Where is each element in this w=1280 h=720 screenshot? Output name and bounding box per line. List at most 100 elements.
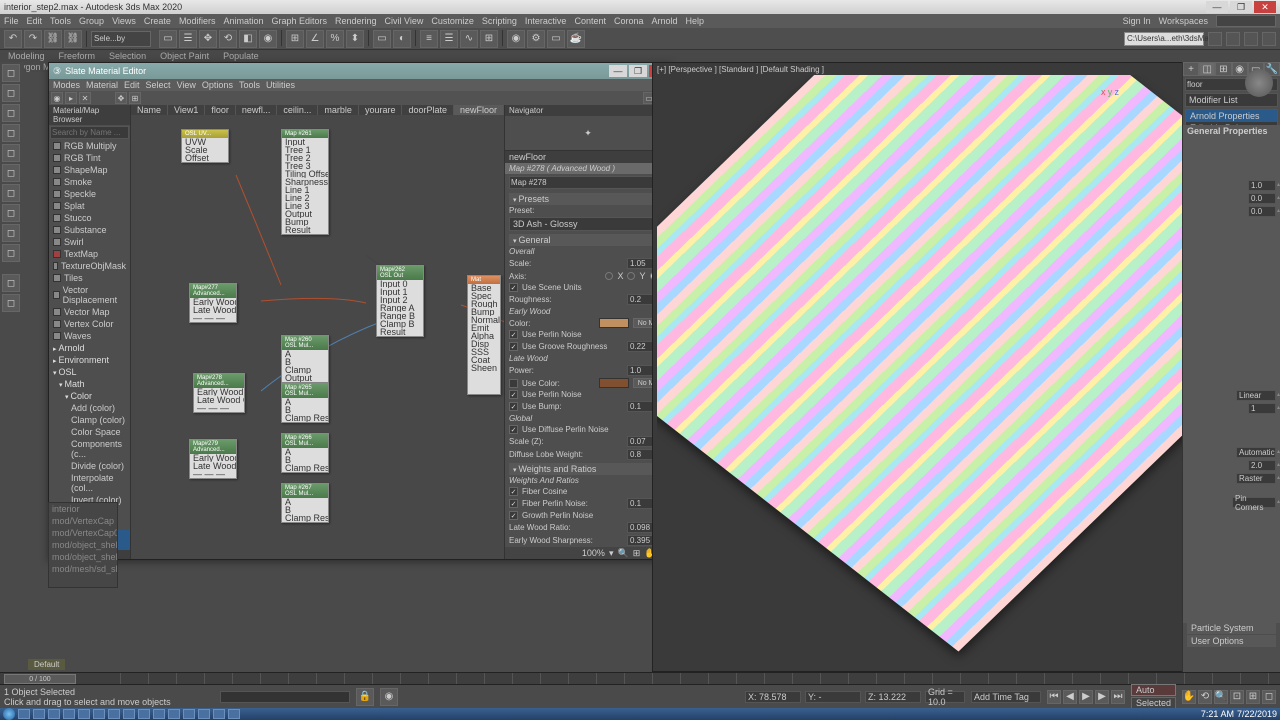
lt-7[interactable]: ◻ (2, 184, 20, 202)
select-name-button[interactable]: ☰ (179, 30, 197, 48)
tb-app9[interactable] (213, 709, 225, 719)
schematic-button[interactable]: ⊞ (480, 30, 498, 48)
nav-fov[interactable]: ⊡ (1230, 690, 1244, 704)
clock-date[interactable]: 7/22/2019 (1237, 709, 1277, 719)
cb-perlin2[interactable] (509, 390, 518, 399)
menu-edit[interactable]: Edit (27, 16, 43, 26)
tb-outlook[interactable] (63, 709, 75, 719)
tb-app3[interactable] (93, 709, 105, 719)
node-map267[interactable]: Map #267OSL Mul...ABClamp Result (281, 483, 329, 523)
sd-error[interactable]: 2.0 (1248, 460, 1276, 471)
cmd-hier[interactable]: ⊞ (1215, 62, 1231, 76)
gt-4[interactable]: ceilin... (277, 105, 318, 115)
axis-gizmo[interactable]: x y z (1101, 87, 1119, 97)
node-map279[interactable]: Map#279Advanced...Early Wood ColorLate W… (189, 439, 237, 479)
gt-2[interactable]: floor (205, 105, 236, 115)
sm-material[interactable]: Material (86, 80, 118, 90)
menu-modifiers[interactable]: Modifiers (179, 16, 216, 26)
auto-key[interactable]: Auto (1131, 684, 1176, 696)
cmd-motion[interactable]: ◉ (1232, 62, 1248, 76)
menu-tools[interactable]: Tools (50, 16, 71, 26)
time-slider[interactable]: 0 / 100 (0, 672, 1280, 684)
sign-in[interactable]: Sign In (1123, 16, 1151, 26)
st-move[interactable]: ✥ (115, 92, 127, 104)
rib-modeling[interactable]: Modeling (8, 51, 45, 61)
cb-groove[interactable] (509, 342, 518, 351)
coord-x[interactable]: X: 78.578 (745, 691, 801, 703)
next-frame[interactable]: ▶ (1095, 690, 1109, 704)
workspaces[interactable]: Workspaces (1159, 16, 1208, 26)
lt-3[interactable]: ◻ (2, 104, 20, 122)
goto-end[interactable]: ⏭ (1111, 690, 1125, 704)
st-assign[interactable]: ▸ (65, 92, 77, 104)
gt-3[interactable]: newfl... (236, 105, 278, 115)
lt-12[interactable]: ◻ (2, 294, 20, 312)
cb-usecolor[interactable] (509, 379, 518, 388)
window-maximize[interactable]: ❐ (1230, 1, 1252, 13)
gt-7[interactable]: doorPlate (402, 105, 454, 115)
browser-search[interactable] (50, 126, 129, 139)
node-map261[interactable]: Map #261 InputTree 1Tree 2Tree 3 Tiling … (281, 129, 329, 235)
roll-presets[interactable]: Presets (509, 193, 667, 205)
cmd-modify[interactable]: ◫ (1199, 62, 1215, 76)
axis-y[interactable] (627, 272, 635, 280)
prev-frame[interactable]: ◀ (1063, 690, 1077, 704)
angle-snap[interactable]: ∠ (306, 30, 324, 48)
menu-views[interactable]: Views (112, 16, 136, 26)
tb-explorer[interactable] (18, 709, 30, 719)
browser-tree[interactable]: RGB Multiply RGB Tint ShapeMap Smoke Spe… (49, 140, 130, 550)
node-map277[interactable]: Map#277Advanced...Early Wood ColorLate W… (189, 283, 237, 323)
place-button[interactable]: ◉ (259, 30, 277, 48)
rib-selection[interactable]: Selection (109, 51, 146, 61)
gt-8[interactable]: newFloor (454, 105, 504, 115)
slate-min[interactable]: — (609, 65, 627, 77)
lt-6[interactable]: ◻ (2, 164, 20, 182)
roll-general[interactable]: General (509, 234, 667, 246)
tb-app2[interactable] (78, 709, 90, 719)
tb-3dsmax[interactable] (228, 709, 240, 719)
material-editor[interactable]: ◉ (507, 30, 525, 48)
node-map266[interactable]: Map #266OSL Mul...ABClamp Result (281, 433, 329, 473)
menu-rendering[interactable]: Rendering (335, 16, 377, 26)
tb-firefox[interactable] (108, 709, 120, 719)
axis-x[interactable] (605, 272, 613, 280)
tb-app6[interactable] (168, 709, 180, 719)
lt-5[interactable]: ◻ (2, 144, 20, 162)
map-name-input[interactable] (509, 176, 667, 189)
lock-sel[interactable]: 🔒 (356, 688, 374, 706)
sm-utilities[interactable]: Utilities (266, 80, 295, 90)
tb-app8[interactable] (198, 709, 210, 719)
selection-filter[interactable]: Sele...by (91, 31, 151, 47)
st-pick[interactable]: ◉ (51, 92, 63, 104)
tb-4[interactable] (1262, 32, 1276, 46)
rib-populate[interactable]: Populate (223, 51, 259, 61)
scene-explorer[interactable]: interior mod/VertexCap mod/VertexCap002 … (48, 502, 118, 588)
gt-name[interactable]: Name (131, 105, 168, 115)
st-lay[interactable]: ⊞ (129, 92, 141, 104)
scale-button[interactable]: ◧ (239, 30, 257, 48)
tb-cmd[interactable] (153, 709, 165, 719)
menu-corona[interactable]: Corona (614, 16, 644, 26)
layer-default[interactable]: Default (28, 659, 65, 670)
slate-max[interactable]: ❐ (629, 65, 647, 77)
disp-zero[interactable]: 0.0 (1248, 193, 1276, 204)
align-button[interactable]: ≡ (420, 30, 438, 48)
gt-1[interactable]: View1 (168, 105, 205, 115)
sd-type[interactable]: Linear (1236, 390, 1276, 401)
sm-edit[interactable]: Edit (124, 80, 140, 90)
layers-button[interactable]: ☰ (440, 30, 458, 48)
node-map265[interactable]: Map #265OSL Mul...ABClamp Result (281, 383, 329, 423)
lt-1[interactable]: ◻ (2, 64, 20, 82)
sd-metric[interactable]: Automatic (1236, 447, 1276, 458)
coord-z[interactable]: Z: 13.222 (865, 691, 921, 703)
disp-height[interactable]: 1.0 (1248, 180, 1276, 191)
preset-dropdown[interactable]: 3D Ash - Glossy (509, 217, 667, 231)
render-frame[interactable]: ▭ (547, 30, 565, 48)
viewcube[interactable] (1245, 69, 1273, 97)
goto-start[interactable]: ⏮ (1047, 690, 1061, 704)
tb-app1[interactable] (33, 709, 45, 719)
redo-button[interactable]: ↷ (24, 30, 42, 48)
rotate-button[interactable]: ⟲ (219, 30, 237, 48)
node-osl-uv[interactable]: OSL UV...UVWScaleOffset (181, 129, 229, 163)
sd-space[interactable]: Raster (1236, 473, 1276, 484)
